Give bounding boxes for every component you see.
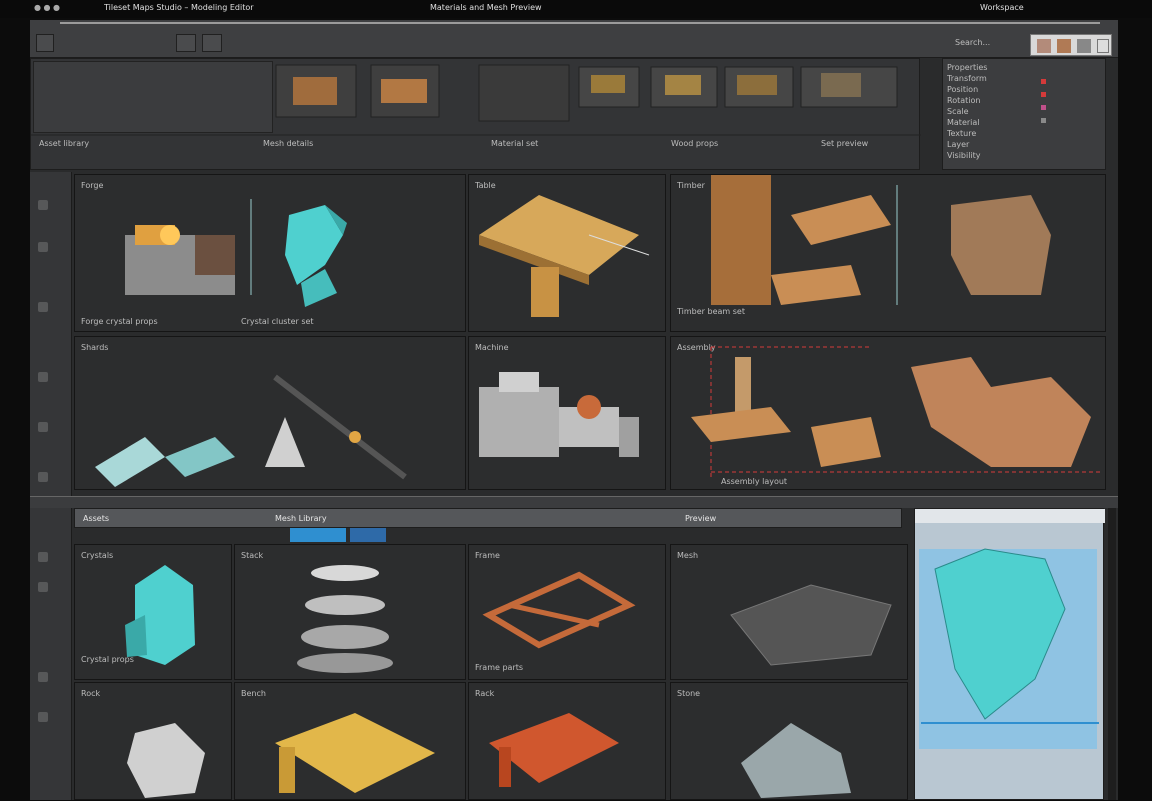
tab-mesh-library[interactable]: Mesh Library [275, 514, 375, 523]
assembly-render [691, 346, 1101, 477]
cell-rock[interactable]: Rock [74, 682, 232, 800]
cell-caption: Frame parts [475, 663, 524, 672]
search-label[interactable]: Search... [955, 38, 1035, 47]
window-button-group[interactable] [1030, 34, 1112, 56]
property-line: Visibility [947, 151, 981, 160]
center-title: Materials and Mesh Preview [430, 3, 542, 12]
bench-render [275, 713, 435, 793]
tool-icon[interactable] [38, 372, 48, 382]
viewport-table[interactable]: Table [468, 174, 666, 332]
properties-panel: Properties Transform Position Rotation S… [942, 58, 1106, 170]
asset-strip: Asset library Mesh details Material set … [30, 58, 921, 171]
rock-render [127, 723, 205, 798]
toolbar: Search... [30, 20, 1118, 58]
tab-preview[interactable]: Preview [685, 514, 785, 523]
tool-icon[interactable] [38, 712, 48, 722]
tab-assets[interactable]: Assets [83, 514, 163, 523]
cell-stack[interactable]: Stack [234, 544, 466, 680]
viewport-caption: Assembly layout [721, 477, 788, 486]
viewport-assembly[interactable]: Assembly Assembly layout [670, 336, 1106, 490]
property-line: Scale [947, 107, 969, 116]
preview-panel[interactable] [914, 508, 1105, 800]
tool-icon[interactable] [38, 582, 48, 592]
main-window: Search... Asset library Mesh details Mat… [30, 20, 1118, 800]
strip-caption-3: Material set [491, 139, 539, 148]
stone-sculpture-render [741, 723, 851, 798]
rack-render [489, 713, 619, 787]
viewport-caption: Timber beam set [677, 307, 745, 316]
viewport-forge-crystals[interactable]: Forge Forge crystal props Crystal cluste… [74, 174, 466, 332]
tool-icon[interactable] [38, 200, 48, 210]
tool-button-b[interactable] [202, 34, 222, 52]
viewport-shards[interactable]: Shards [74, 336, 466, 490]
cell-bench[interactable]: Bench [234, 682, 466, 800]
viewport-caption: Forge crystal props [81, 317, 158, 326]
swatch-icon-3[interactable] [1077, 39, 1091, 53]
bottom-section-header [30, 496, 1118, 508]
table-render [479, 195, 650, 317]
stone-stack-render [297, 565, 393, 673]
window-controls[interactable]: ● ● ● [34, 3, 89, 13]
tool-icon[interactable] [38, 242, 48, 252]
wood-frame-render [482, 571, 636, 649]
shards-render [95, 374, 407, 487]
viewport-timber[interactable]: Timber Timber beam set [670, 174, 1106, 332]
menu-button[interactable] [36, 34, 54, 52]
property-line: Layer [947, 140, 970, 149]
strip-caption-2: Mesh details [263, 139, 314, 148]
tool-icon[interactable] [38, 472, 48, 482]
tool-icon[interactable] [38, 302, 48, 312]
viewport-caption: Crystal cluster set [241, 317, 314, 326]
strip-caption-5: Set preview [821, 139, 869, 148]
property-line: Transform [947, 74, 987, 83]
property-line: Rotation [947, 96, 981, 105]
left-toolbar [30, 172, 72, 800]
selected-tab-highlight[interactable] [290, 528, 346, 542]
swatch-icon-2[interactable] [1057, 39, 1071, 53]
title-bar: ● ● ● Tileset Maps Studio – Modeling Edi… [0, 0, 1152, 18]
strip-caption-1: Asset library [39, 139, 90, 148]
window-title: Tileset Maps Studio – Modeling Editor [104, 3, 254, 12]
properties-list: Properties Transform Position Rotation S… [947, 63, 1031, 167]
forge-and-crystals-render [125, 199, 347, 307]
cell-mesh[interactable]: Mesh [670, 544, 908, 680]
property-line: Material [947, 118, 980, 127]
tab-highlight-2[interactable] [350, 528, 386, 542]
strip-caption-4: Wood props [671, 139, 719, 148]
cell-frame[interactable]: Frame Frame parts [468, 544, 666, 680]
swatch-icon-1[interactable] [1037, 39, 1051, 53]
machine-render [479, 372, 639, 457]
toolbar-accent-line [60, 22, 1100, 24]
swatch-icon-4[interactable] [1097, 39, 1109, 53]
workspace-title: Workspace [980, 3, 1024, 12]
cell-rack[interactable]: Rack [468, 682, 666, 800]
asset-thumbnails[interactable] [31, 59, 921, 171]
mesh-surface-render [730, 584, 892, 666]
tool-icon[interactable] [38, 672, 48, 682]
property-line: Position [947, 85, 979, 94]
vertical-scrollbar[interactable] [1108, 508, 1116, 800]
tool-button-a[interactable] [176, 34, 196, 52]
cell-stone[interactable]: Stone [670, 682, 908, 800]
viewport-machine[interactable]: Machine [468, 336, 666, 490]
color-markers [1041, 79, 1047, 159]
tool-icon[interactable] [38, 422, 48, 432]
crystal-preview-render [919, 548, 1099, 749]
property-line: Texture [947, 129, 977, 138]
cell-caption: Crystal props [81, 655, 134, 664]
bottom-tabs-bar: Assets Mesh Library Preview [74, 508, 902, 528]
cell-crystals[interactable]: Crystals Crystal props [74, 544, 232, 680]
property-line: Properties [947, 63, 988, 72]
tool-icon[interactable] [38, 552, 48, 562]
